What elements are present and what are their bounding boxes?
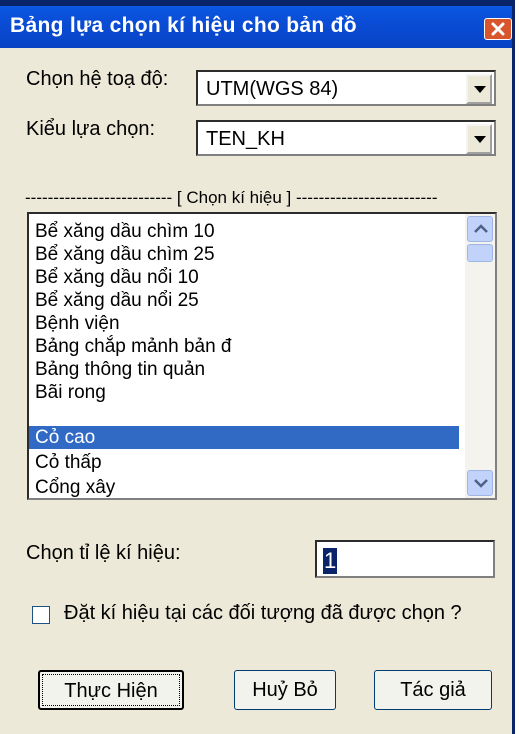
list-item[interactable]: Bể xăng dầu nổi 25: [29, 289, 459, 312]
title-bar: Bảng lựa chọn kí hiệu cho bản đồ: [0, 0, 512, 48]
list-item[interactable]: Bảng chắp mảnh bản đ: [29, 335, 459, 358]
close-icon: [491, 22, 505, 36]
apply-selected-checkbox[interactable]: [32, 606, 50, 624]
apply-selected-label: Đặt kí hiệu tại các đối tượng đã được ch…: [64, 602, 462, 624]
list-item[interactable]: Bể xăng dầu chìm 10: [29, 220, 459, 243]
arrow-down-icon: [474, 479, 488, 488]
scale-input[interactable]: 1: [315, 540, 495, 578]
scroll-down-button[interactable]: [467, 470, 493, 496]
chevron-down-icon: [474, 86, 486, 93]
author-button[interactable]: Tác giả: [374, 670, 492, 710]
vertical-scrollbar[interactable]: [465, 214, 495, 498]
list-item[interactable]: Bể xăng dầu nổi 10: [29, 266, 459, 289]
list-item[interactable]: Cỏ thấp: [29, 451, 459, 474]
window-title: Bảng lựa chọn kí hiệu cho bản đồ: [10, 14, 357, 37]
list-item-selected[interactable]: Cỏ cao: [29, 426, 459, 449]
select-type-dropdown-button[interactable]: [466, 124, 492, 154]
scroll-thumb[interactable]: [467, 244, 493, 262]
select-type-label: Kiểu lựa chọn:: [26, 118, 156, 140]
coord-system-value: UTM(WGS 84): [206, 78, 339, 100]
title-bar-edge: [0, 0, 512, 6]
execute-button[interactable]: Thực Hiện: [38, 670, 184, 710]
list-item[interactable]: Bảng thông tin quản: [29, 358, 459, 381]
scale-label: Chọn tỉ lệ kí hiệu:: [26, 542, 181, 564]
coord-system-select[interactable]: UTM(WGS 84): [196, 70, 496, 106]
list-item[interactable]: Cổng xây: [29, 476, 459, 498]
symbol-list[interactable]: Bể xăng dầu chìm 10 Bể xăng dầu chìm 25 …: [27, 212, 497, 500]
list-item[interactable]: Bể xăng dầu chìm 25: [29, 243, 459, 266]
list-item[interactable]: Bãi rong: [29, 381, 459, 404]
scroll-up-button[interactable]: [467, 216, 493, 242]
arrow-up-icon: [474, 224, 488, 233]
select-type-select[interactable]: TEN_KH: [196, 120, 496, 156]
coord-dropdown-button[interactable]: [466, 74, 492, 104]
select-type-value: TEN_KH: [206, 128, 285, 150]
scale-value: 1: [323, 548, 338, 574]
list-item[interactable]: Bệnh viện: [29, 312, 459, 335]
cancel-button[interactable]: Huỷ Bỏ: [234, 670, 336, 710]
symbol-section-header: -------------------------- [ Chọn kí hiệ…: [25, 188, 438, 207]
close-button[interactable]: [484, 18, 512, 40]
chevron-down-icon: [474, 136, 486, 143]
coord-label: Chọn hệ toạ độ:: [26, 68, 169, 90]
dialog-window: Bảng lựa chọn kí hiệu cho bản đồ Chọn hệ…: [0, 0, 515, 734]
